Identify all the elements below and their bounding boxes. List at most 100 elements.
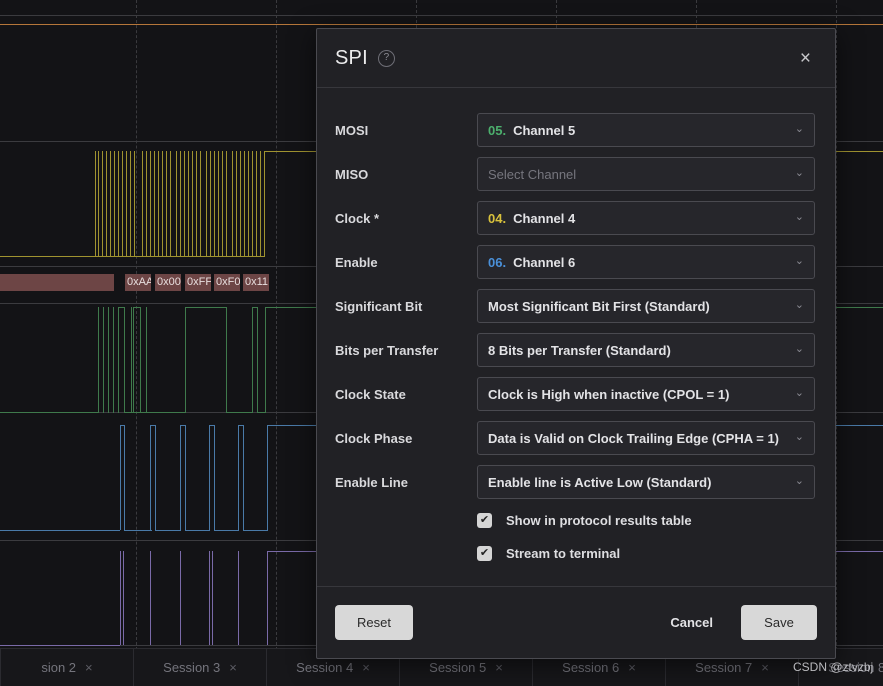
channel-edge xyxy=(113,307,114,413)
significant-bit-select[interactable]: Most Significant Bit First (Standard) ⌄ xyxy=(477,289,815,323)
session-tab-label: Session 5 xyxy=(429,660,487,675)
clock-pulse xyxy=(162,151,163,257)
clock-pulse xyxy=(158,151,159,257)
enable-line-select[interactable]: Enable line is Active Low (Standard) ⌄ xyxy=(477,465,815,499)
save-button[interactable]: Save xyxy=(741,605,817,640)
channel-edge xyxy=(209,425,210,530)
clock-pulse xyxy=(226,151,227,257)
channel-edge xyxy=(265,307,266,413)
channel-edge xyxy=(120,425,121,530)
chevron-down-icon: ⌄ xyxy=(794,430,804,443)
clock-phase-select[interactable]: Data is Valid on Clock Trailing Edge (CP… xyxy=(477,421,815,455)
clock-pulse xyxy=(248,151,249,257)
clock-pulse xyxy=(260,151,261,257)
session-tab-label: sion 2 xyxy=(41,660,77,675)
field-row-miso: MISO Select Channel ⌄ xyxy=(335,152,815,196)
select-value: Data is Valid on Clock Trailing Edge (CP… xyxy=(488,430,780,446)
mosi-channel-select[interactable]: 05. Channel 5 ⌄ xyxy=(477,113,815,147)
session-tab-3[interactable]: Session 3 × xyxy=(134,649,267,686)
select-placeholder: Select Channel xyxy=(488,166,577,182)
close-icon[interactable]: × xyxy=(761,660,769,675)
select-value: Enable line is Active Low (Standard) xyxy=(488,474,712,490)
channel-number: 05. xyxy=(488,122,507,138)
select-value: 8 Bits per Transfer (Standard) xyxy=(488,342,671,358)
field-row-enable: Enable 06. Channel 6 ⌄ xyxy=(335,240,815,284)
clock-pulse xyxy=(102,151,103,257)
checkbox-stream-to-terminal[interactable]: ✔ xyxy=(477,546,492,561)
channel-edge xyxy=(264,151,265,257)
clock-pulse xyxy=(142,151,143,257)
close-icon[interactable]: × xyxy=(495,660,503,675)
reset-button[interactable]: Reset xyxy=(335,605,413,640)
clock-pulse xyxy=(214,151,215,257)
clock-state-select[interactable]: Clock is High when inactive (CPOL = 1) ⌄ xyxy=(477,377,815,411)
decoded-block-4: 0x11 xyxy=(243,274,269,291)
channel-edge xyxy=(146,307,147,413)
channel-trace-blue xyxy=(155,530,181,531)
channel-edge xyxy=(226,307,227,413)
dialog-body: MOSI 05. Channel 5 ⌄ MISO Select Channel… xyxy=(317,88,835,586)
checkbox-row-show-in-results[interactable]: ✔ Show in protocol results table xyxy=(335,504,815,537)
field-row-bits-per-transfer: Bits per Transfer 8 Bits per Transfer (S… xyxy=(335,328,815,372)
clock-pulse xyxy=(122,151,123,257)
field-label-enable-line: Enable Line xyxy=(335,474,408,490)
channel-trace-blue xyxy=(180,425,186,426)
field-label-clock: Clock * xyxy=(335,210,380,226)
channel-trace-green xyxy=(226,412,252,413)
channel-trace-yellow xyxy=(0,256,95,257)
close-icon[interactable]: × xyxy=(362,660,370,675)
checkbox-show-in-results[interactable]: ✔ xyxy=(477,513,492,528)
bits-per-transfer-select[interactable]: 8 Bits per Transfer (Standard) ⌄ xyxy=(477,333,815,367)
close-icon[interactable]: × xyxy=(794,45,817,72)
field-row-significant-bit: Significant Bit Most Significant Bit Fir… xyxy=(335,284,815,328)
channel-edge xyxy=(120,551,121,645)
decoded-block-0: 0xAA xyxy=(125,274,151,291)
field-row-clock-phase: Clock Phase Data is Valid on Clock Trail… xyxy=(335,416,815,460)
clock-channel-select[interactable]: 04. Channel 4 ⌄ xyxy=(477,201,815,235)
select-value: Most Significant Bit First (Standard) xyxy=(488,298,710,314)
chevron-down-icon: ⌄ xyxy=(794,386,804,399)
clock-pulse xyxy=(206,151,207,257)
channel-edge xyxy=(133,307,134,413)
select-value: Clock is High when inactive (CPOL = 1) xyxy=(488,386,730,402)
dialog-footer: Reset Cancel Save xyxy=(317,586,835,658)
field-label-bits-per-transfer: Bits per Transfer xyxy=(335,342,439,358)
session-tab-label: Session 6 xyxy=(562,660,620,675)
miso-channel-select[interactable]: Select Channel ⌄ xyxy=(477,157,815,191)
clock-pulse xyxy=(106,151,107,257)
channel-edge xyxy=(124,425,125,530)
clock-pulse xyxy=(200,151,201,257)
channel-trace-purple xyxy=(0,645,120,646)
chevron-down-icon: ⌄ xyxy=(794,342,804,355)
channel-trace-green xyxy=(125,412,147,413)
session-tab-label: Session 3 xyxy=(163,660,221,675)
clock-pulse xyxy=(218,151,219,257)
session-tab-2[interactable]: sion 2 × xyxy=(0,649,134,686)
channel-trace-blue xyxy=(120,425,125,426)
close-icon[interactable]: × xyxy=(229,660,237,675)
close-icon[interactable]: × xyxy=(85,660,93,675)
chevron-down-icon: ⌄ xyxy=(794,122,804,135)
clock-pulse xyxy=(176,151,177,257)
clock-pulse xyxy=(196,151,197,257)
field-label-miso: MISO xyxy=(335,166,369,182)
close-icon[interactable]: × xyxy=(628,660,636,675)
clock-pulse xyxy=(166,151,167,257)
channel-edge xyxy=(267,425,268,530)
clock-pulse xyxy=(146,151,147,257)
channel-trace-blue xyxy=(243,530,268,531)
question-mark-circle-icon[interactable]: ? xyxy=(377,49,395,67)
checkbox-row-stream-to-terminal[interactable]: ✔ Stream to terminal xyxy=(335,537,815,570)
channel-trace-green xyxy=(185,307,227,308)
clock-pulse xyxy=(98,151,99,257)
decoded-block xyxy=(0,274,114,291)
cancel-button[interactable]: Cancel xyxy=(654,605,729,640)
session-tab-label: Session 4 xyxy=(296,660,354,675)
channel-edge xyxy=(108,307,109,413)
clock-pulse xyxy=(118,151,119,257)
clock-pulse xyxy=(256,151,257,257)
channel-trace-blue xyxy=(214,530,239,531)
grid-line xyxy=(136,0,137,650)
enable-channel-select[interactable]: 06. Channel 6 ⌄ xyxy=(477,245,815,279)
clock-pulse xyxy=(110,151,111,257)
